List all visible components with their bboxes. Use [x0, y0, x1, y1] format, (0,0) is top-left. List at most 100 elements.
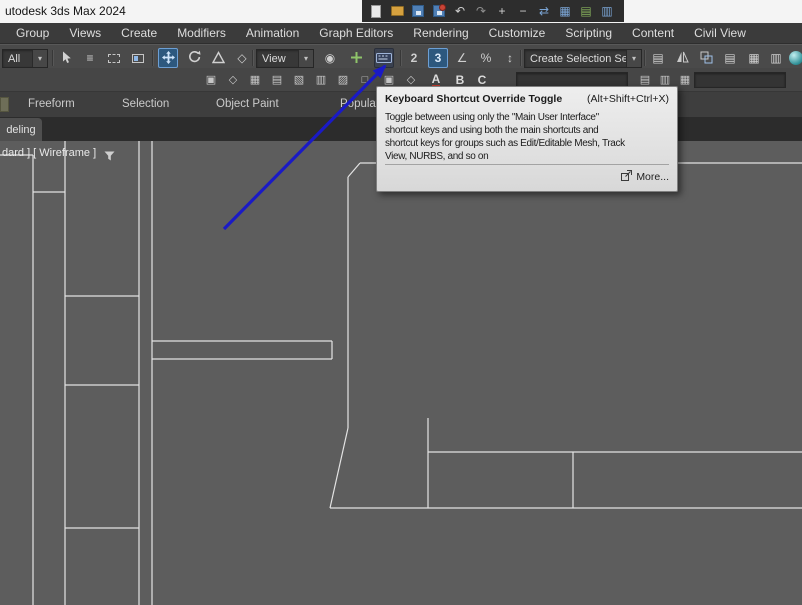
menu-item-create[interactable]: Create: [111, 23, 167, 43]
selection-filter-dropdown[interactable]: All ▾: [2, 49, 48, 68]
window-crossing-button[interactable]: [128, 48, 148, 68]
select-by-name-button[interactable]: ≡: [80, 48, 100, 68]
chevron-down-icon: ▾: [32, 50, 47, 67]
layer-explorer-icon[interactable]: ▤: [578, 3, 594, 19]
panel-icon: ▣: [205, 73, 217, 86]
toolbar2-field-2[interactable]: [694, 72, 786, 88]
edit-named-sets-button[interactable]: ▤: [648, 48, 668, 68]
menu-item-animation[interactable]: Animation: [236, 23, 309, 43]
tool2-button-13[interactable]: ▦: [676, 71, 694, 89]
toggle-ribbon-button[interactable]: ▥: [766, 48, 786, 68]
snap-toggle-3d-button[interactable]: 3: [428, 48, 448, 68]
filter-funnel-icon[interactable]: [104, 148, 115, 166]
window-crossing-icon: [132, 53, 144, 63]
named-selection-set-dropdown[interactable]: Create Selection Se ▾: [524, 49, 642, 68]
menu-item-scripting[interactable]: Scripting: [555, 23, 622, 43]
chevron-down-icon: ▾: [298, 50, 313, 67]
list-icon: ≡: [86, 51, 94, 65]
redo-icon[interactable]: ↷: [473, 3, 489, 19]
project-toolbar-icon[interactable]: ▥: [599, 3, 615, 19]
spinner-snap-button[interactable]: ↕: [500, 48, 520, 68]
named-selection-set-value: Create Selection Se: [530, 52, 626, 65]
tool2-button-2[interactable]: ◇: [224, 71, 242, 89]
select-and-move-button[interactable]: [158, 48, 178, 68]
tooltip-header: Keyboard Shortcut Override Toggle (Alt+S…: [377, 87, 677, 105]
menu-item-group[interactable]: Group: [6, 23, 59, 43]
percent-snap-icon: %: [480, 51, 492, 65]
tab-freeform[interactable]: Freeform: [28, 98, 75, 110]
menu-item-rendering[interactable]: Rendering: [403, 23, 478, 43]
undo-icon[interactable]: ↶: [452, 3, 468, 19]
save-as-icon[interactable]: [431, 3, 447, 19]
tab-selection[interactable]: Selection: [122, 98, 169, 110]
keyboard-override-tooltip: Keyboard Shortcut Override Toggle (Alt+S…: [376, 86, 678, 192]
material-editor-button[interactable]: [786, 48, 802, 68]
select-and-manipulate-button[interactable]: [346, 48, 366, 68]
percent-snap-button[interactable]: %: [476, 48, 496, 68]
tool2-button-5[interactable]: ▧: [290, 71, 308, 89]
select-and-rotate-button[interactable]: [184, 48, 204, 68]
material-sphere-icon: [789, 51, 802, 65]
select-and-scale-button[interactable]: [208, 48, 228, 68]
menu-item-civil-view[interactable]: Civil View: [684, 23, 756, 43]
remove-icon[interactable]: −: [515, 3, 531, 19]
menu-item-views[interactable]: Views: [59, 23, 111, 43]
menu-bar: Group Views Create Modifiers Animation G…: [0, 23, 802, 44]
tool2-button-8[interactable]: □: [356, 71, 374, 89]
tooltip-body-line: shortcut keys and using both the main sh…: [385, 125, 599, 136]
tooltip-shortcut: (Alt+Shift+Ctrl+X): [587, 93, 669, 105]
tool2-button-4[interactable]: ▤: [268, 71, 286, 89]
rect-selection-region-button[interactable]: [104, 48, 124, 68]
window-title: utodesk 3ds Max 2024: [5, 4, 126, 18]
tool2-button-6[interactable]: ▥: [312, 71, 330, 89]
mirror-icon: [676, 51, 689, 65]
add-icon[interactable]: +: [494, 3, 510, 19]
tool2-button-3[interactable]: ▦: [246, 71, 264, 89]
chevron-down-icon: ▾: [626, 50, 641, 67]
snap-3d-icon: 3: [434, 51, 442, 65]
tool2-button-1[interactable]: ▣: [202, 71, 220, 89]
tab-modeling[interactable]: deling: [0, 118, 42, 141]
ribbon-icon: ▥: [770, 51, 782, 65]
save-file-icon[interactable]: [410, 3, 426, 19]
angle-snap-button[interactable]: ∠: [452, 48, 472, 68]
snap-toggle-2d-button[interactable]: 2: [404, 48, 424, 68]
menu-item-modifiers[interactable]: Modifiers: [167, 23, 236, 43]
tool2-button-7[interactable]: ▨: [334, 71, 352, 89]
select-object-button[interactable]: [56, 48, 76, 68]
diamond-icon: ◇: [228, 73, 238, 86]
align-icon: [700, 51, 713, 66]
grid-icon: ▦: [679, 73, 691, 86]
toolbar-separator: [400, 50, 401, 66]
keyboard-shortcut-override-toggle[interactable]: [374, 48, 394, 68]
scene-explorer-icon[interactable]: ▦: [557, 3, 573, 19]
letter-c-label: C: [477, 73, 487, 87]
tooltip-more-link[interactable]: More...: [636, 171, 669, 183]
new-scene-icon[interactable]: [368, 3, 384, 19]
toggle-scene-explorer-button[interactable]: ▦: [744, 48, 764, 68]
pivot-center-icon: ◉: [324, 51, 336, 65]
tab-object-paint[interactable]: Object Paint: [216, 98, 279, 110]
cols-icon: ▥: [315, 73, 327, 86]
mirror-button[interactable]: [672, 48, 692, 68]
move-icon: [161, 50, 175, 66]
viewport[interactable]: dard ] [ Wireframe ]: [0, 141, 802, 605]
keyboard-icon: [376, 50, 392, 66]
tooltip-title: Keyboard Shortcut Override Toggle: [385, 93, 563, 105]
menu-item-content[interactable]: Content: [622, 23, 684, 43]
use-pivot-center-button[interactable]: ◉: [320, 48, 340, 68]
edit-sets-icon: ▤: [652, 51, 664, 65]
rows-icon: ▤: [639, 73, 651, 86]
viewport-shading-label[interactable]: dard ] [ Wireframe ]: [2, 147, 96, 159]
reference-coordinate-dropdown[interactable]: View ▾: [256, 49, 314, 68]
menu-item-customize[interactable]: Customize: [479, 23, 556, 43]
workspace-switch-icon[interactable]: ⇄: [536, 3, 552, 19]
align-button[interactable]: [696, 48, 716, 68]
manipulate-icon: [350, 51, 363, 66]
open-file-icon[interactable]: [389, 3, 405, 19]
layer-manager-button[interactable]: ▤: [720, 48, 740, 68]
menu-item-graph-editors[interactable]: Graph Editors: [309, 23, 403, 43]
select-and-place-button[interactable]: ◇: [232, 48, 252, 68]
hatch-icon: ▨: [337, 73, 349, 86]
reference-coordinate-value: View: [262, 52, 286, 65]
